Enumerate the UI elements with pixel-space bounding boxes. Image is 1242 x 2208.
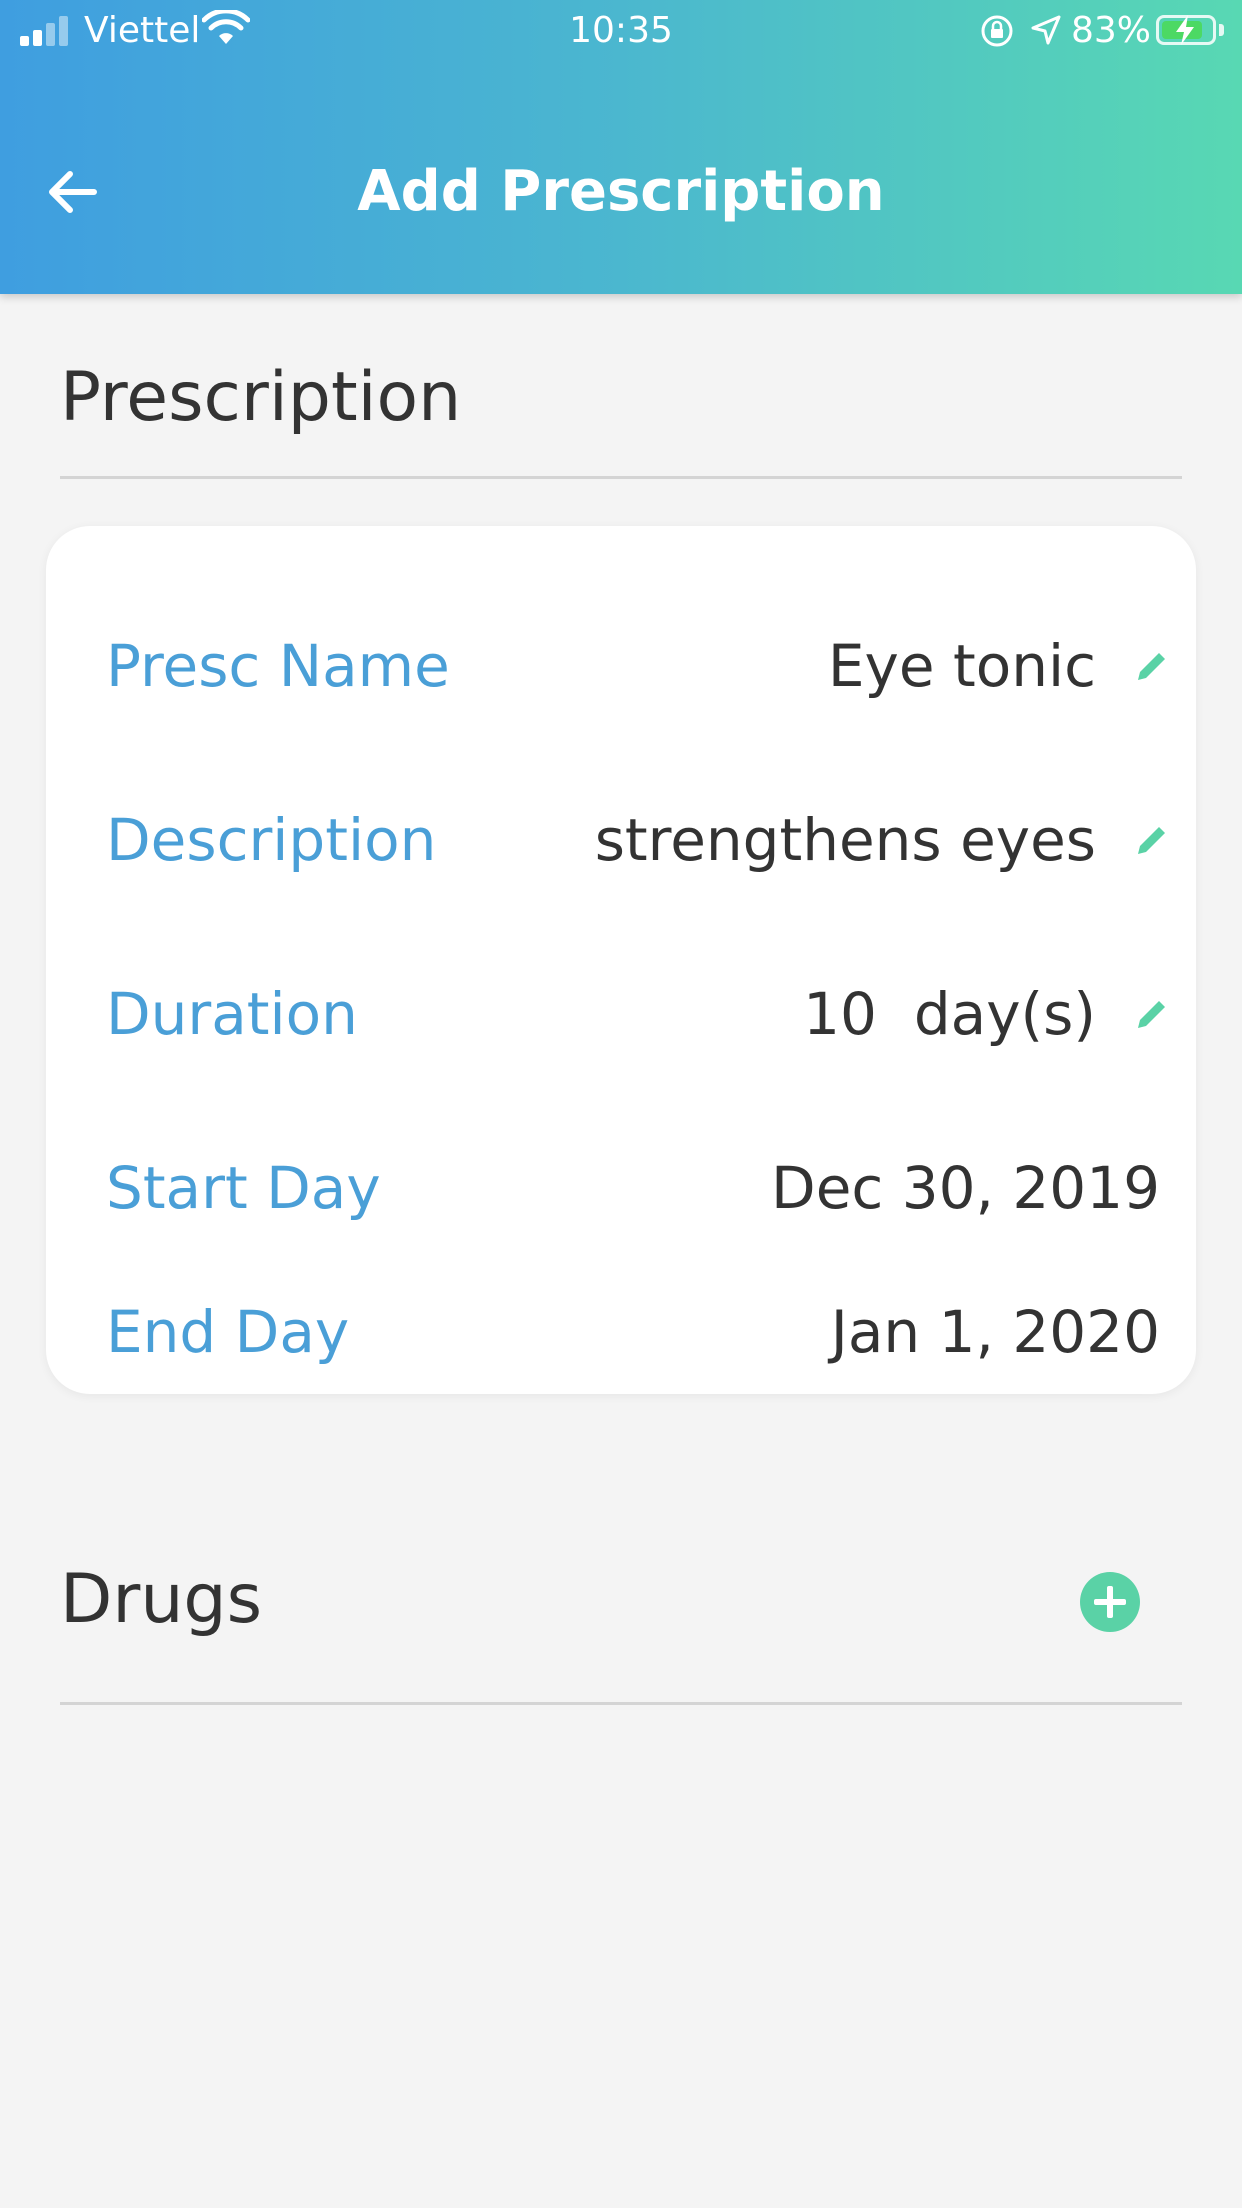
prescription-divider: [60, 476, 1182, 479]
description-label: Description: [106, 806, 437, 874]
battery-tip: [1219, 24, 1224, 36]
presc-name-label: Presc Name: [106, 632, 450, 700]
duration-row[interactable]: Duration 10 day(s): [106, 974, 1176, 1054]
battery-percent: 83%: [1071, 10, 1152, 51]
presc-name-row[interactable]: Presc Name Eye tonic: [106, 626, 1176, 706]
start-day-label: Start Day: [106, 1154, 381, 1222]
prescription-card: Presc Name Eye tonic Description strengt…: [46, 526, 1196, 1394]
start-day-value[interactable]: Dec 30, 2019: [771, 1148, 1160, 1228]
prescription-section-title: Prescription: [60, 358, 462, 437]
app-header: Viettel 10:35 83% Add Prescription: [0, 0, 1242, 294]
status-bar: Viettel 10:35 83%: [0, 0, 1242, 62]
presc-name-value: Eye tonic: [827, 632, 1096, 700]
pencil-icon[interactable]: [1130, 818, 1174, 862]
end-day-label: End Day: [106, 1298, 350, 1366]
end-day-row[interactable]: End Day Jan 1, 2020: [106, 1292, 1176, 1372]
duration-label: Duration: [106, 980, 358, 1048]
drugs-divider: [60, 1702, 1182, 1705]
duration-value: 10 day(s): [803, 980, 1096, 1048]
add-drug-button[interactable]: [1080, 1572, 1140, 1632]
drugs-section-title: Drugs: [60, 1560, 263, 1639]
location-arrow-icon: [1031, 15, 1061, 45]
description-value: strengthens eyes: [594, 806, 1096, 874]
pencil-icon[interactable]: [1130, 992, 1174, 1036]
start-day-row[interactable]: Start Day Dec 30, 2019: [106, 1148, 1176, 1228]
description-row[interactable]: Description strengthens eyes: [106, 800, 1176, 880]
end-day-value[interactable]: Jan 1, 2020: [831, 1292, 1160, 1372]
pencil-icon[interactable]: [1130, 644, 1174, 688]
charging-bolt-icon: [1176, 15, 1194, 45]
page-title: Add Prescription: [357, 159, 885, 224]
orientation-lock-icon: [981, 15, 1013, 47]
